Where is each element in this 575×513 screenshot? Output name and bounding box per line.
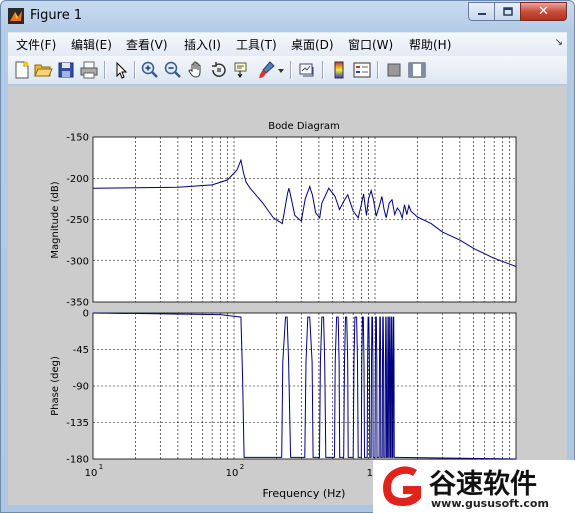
dock-arrow-icon[interactable]: ↘: [555, 37, 563, 48]
y-tick-label: -150: [66, 133, 89, 144]
zoom-out-icon[interactable]: [163, 60, 183, 80]
menu-desktop[interactable]: 桌面(D): [291, 36, 334, 53]
watermark-brand: 谷速软件: [429, 469, 537, 500]
gusu-logo-icon: [383, 466, 421, 506]
menu-file[interactable]: 文件(F): [16, 36, 56, 53]
close-icon: ✕: [538, 4, 549, 19]
open-file-icon[interactable]: [33, 60, 53, 80]
y-tick-label: -90: [73, 382, 89, 393]
figure-toolbar: [8, 56, 567, 85]
pan-icon[interactable]: [186, 60, 206, 80]
toolbar-separator: [104, 61, 106, 79]
minimize-button[interactable]: [468, 2, 495, 21]
minimize-icon: [477, 12, 486, 15]
window-title: Figure 1: [30, 8, 83, 23]
magnitude-y-label: Magnitude (dB): [50, 181, 61, 258]
y-tick-label: -350: [66, 298, 89, 309]
y-tick-label: -45: [73, 345, 89, 356]
save-icon[interactable]: [56, 60, 76, 80]
data-cursor-icon[interactable]: [232, 60, 252, 80]
figure-window: Figure 1 ✕ 文件(F) 编辑(E) 查看(V) 插入(I) 工具(T)…: [0, 0, 575, 513]
rotate-3d-icon[interactable]: [209, 60, 229, 80]
chart-title: Bode Diagram: [268, 121, 340, 132]
menu-view[interactable]: 查看(V): [126, 36, 168, 53]
toolbar-separator: [134, 61, 136, 79]
watermark: 谷速软件 www.gususoft.com: [373, 460, 575, 513]
menu-window[interactable]: 窗口(W): [348, 36, 393, 53]
y-tick-label: -180: [66, 455, 89, 466]
phase-axes[interactable]: [93, 313, 516, 459]
y-tick-label: -135: [66, 418, 89, 429]
magnitude-axes[interactable]: [93, 137, 516, 302]
maximize-button[interactable]: [494, 2, 521, 21]
x-tick-label: 10: [226, 468, 239, 479]
menu-insert[interactable]: 插入(I): [184, 36, 221, 53]
x-tick-exponent: 1: [99, 463, 103, 471]
menu-edit[interactable]: 编辑(E): [71, 36, 112, 53]
close-button[interactable]: ✕: [520, 2, 567, 21]
link-plot-icon[interactable]: [297, 60, 317, 80]
toolbar-separator: [322, 61, 324, 79]
menu-help[interactable]: 帮助(H): [409, 36, 451, 53]
toolbar-separator: [290, 61, 292, 79]
title-bar[interactable]: Figure 1 ✕: [1, 1, 574, 31]
phase-y-label: Phase (deg): [50, 356, 61, 416]
menu-bar: 文件(F) 编辑(E) 查看(V) 插入(I) 工具(T) 桌面(D) 窗口(W…: [8, 32, 567, 56]
legend-icon[interactable]: [352, 60, 372, 80]
colorbar-icon[interactable]: [329, 60, 349, 80]
hide-plot-tools-icon[interactable]: [384, 60, 404, 80]
figure-canvas: -150 -200 -250 -300 -350 0 -45 -90 -135 -180 10 1 10…: [8, 86, 567, 505]
chevron-down-icon[interactable]: [276, 60, 286, 80]
bode-plot[interactable]: -150-200-250-300-3500-45-90-135-18010110…: [8, 86, 567, 505]
x-axis-label: Frequency (Hz): [263, 487, 346, 500]
matlab-icon: [8, 8, 24, 24]
x-tick-exponent: 2: [240, 463, 244, 471]
toolbar-separator: [377, 61, 379, 79]
watermark-url: www.gususoft.com: [431, 497, 549, 510]
y-tick-label: -250: [66, 215, 89, 226]
edit-plot-icon[interactable]: [111, 60, 131, 80]
zoom-in-icon[interactable]: [140, 60, 160, 80]
show-plot-tools-icon[interactable]: [407, 60, 427, 80]
x-tick-label: 10: [85, 468, 98, 479]
y-tick-label: -200: [66, 174, 89, 185]
print-icon[interactable]: [79, 60, 99, 80]
brush-icon[interactable]: [256, 60, 276, 80]
menu-tools[interactable]: 工具(T): [236, 36, 277, 53]
maximize-icon: [502, 6, 513, 16]
new-figure-icon[interactable]: [12, 60, 32, 80]
y-tick-label: -300: [66, 256, 89, 267]
y-tick-label: 0: [83, 309, 89, 320]
